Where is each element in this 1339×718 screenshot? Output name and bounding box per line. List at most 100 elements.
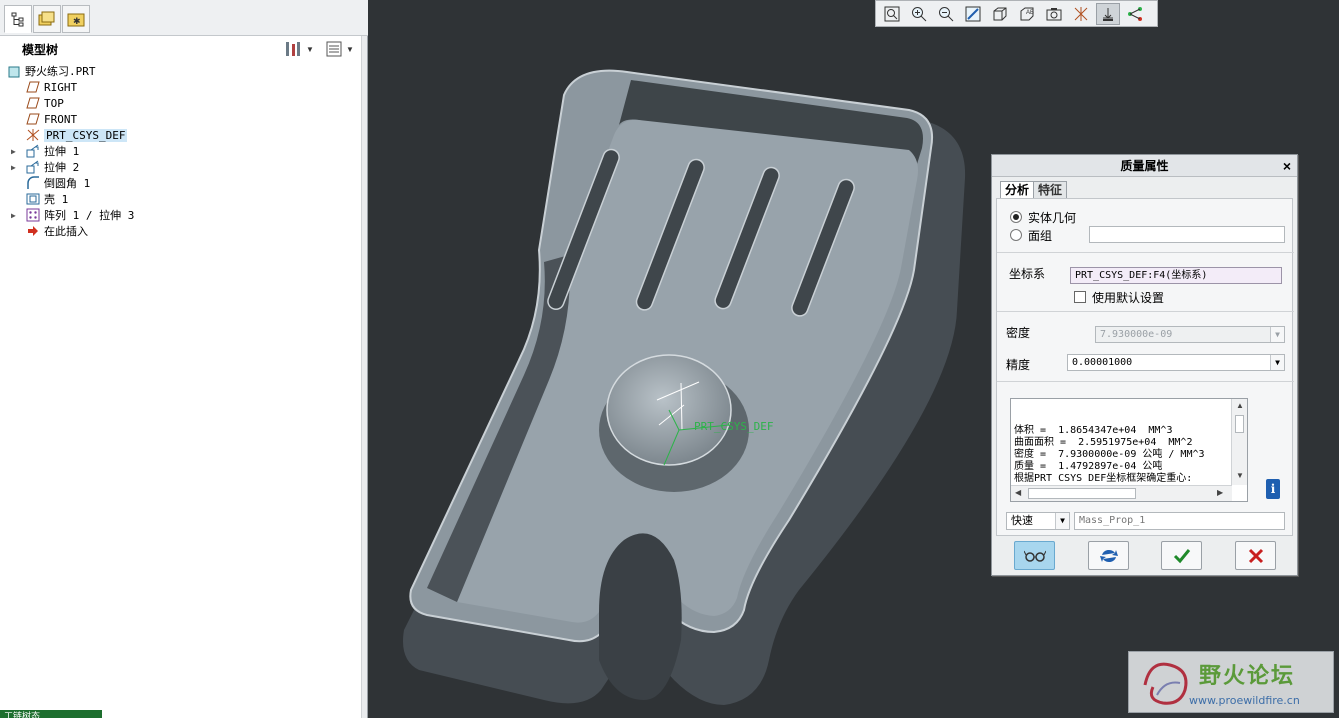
chevron-down-icon: ▼: [1270, 327, 1284, 342]
tree-item-label: RIGHT: [44, 80, 78, 94]
view-orientation-button[interactable]: [988, 3, 1012, 25]
scroll-up-icon[interactable]: ▲: [1236, 401, 1244, 410]
cancel-button[interactable]: [1235, 541, 1276, 570]
view-toolbar: AB: [875, 0, 1158, 27]
tab-model-tree[interactable]: [4, 5, 32, 33]
tree-item-right[interactable]: RIGHT: [26, 79, 77, 95]
result-line: 质量 = 1.4792897e-04 公吨: [1014, 461, 1163, 472]
spin-center-button[interactable]: [1096, 2, 1120, 25]
tree-item-shell-1[interactable]: 壳 1: [26, 191, 68, 207]
forum-watermark: 野火论坛 www.proewildfire.cn: [1128, 651, 1334, 713]
csys-label: 坐标系: [1009, 267, 1046, 281]
tree-show-button[interactable]: ▼: [326, 40, 354, 58]
annotation-display-icon: [1128, 6, 1142, 21]
tree-item-pattern-1[interactable]: ▶ 阵列 1 / 拉伸 3: [11, 207, 134, 223]
status-tab[interactable]: 工链树态: [0, 710, 102, 718]
datum-display-button[interactable]: [1069, 3, 1093, 25]
quilt-field[interactable]: [1089, 226, 1285, 243]
tools-icon: [286, 42, 300, 56]
expand-arrow-icon[interactable]: ▶: [11, 147, 21, 156]
csys-field[interactable]: PRT_CSYS_DEF:F4(坐标系): [1070, 267, 1282, 284]
tree-item-csys[interactable]: PRT_CSYS_DEF: [26, 127, 128, 143]
results-vertical-scrollbar[interactable]: ▲ ▼: [1231, 399, 1247, 485]
annotation-display-button[interactable]: [1123, 3, 1147, 25]
chevron-down-icon: ▼: [346, 44, 354, 54]
quilt-radio[interactable]: [1010, 229, 1022, 241]
mode-dropdown[interactable]: 快速 ▼: [1006, 512, 1070, 530]
model-tree-icon: [11, 12, 24, 27]
expand-arrow-icon[interactable]: ▶: [11, 211, 21, 220]
precision-value: 0.00001000: [1072, 357, 1133, 368]
tree-item-round-1[interactable]: 倒圆角 1: [26, 175, 90, 191]
tree-item-label: 野火练习.PRT: [25, 65, 96, 78]
tree-item-label: 阵列 1 / 拉伸 3: [44, 209, 135, 222]
result-line: 根据PRT_CSYS_DEF坐标框架确定重心:: [1014, 473, 1193, 483]
refit-icon: [884, 6, 900, 21]
zoom-in-icon: [912, 6, 927, 21]
shell-icon: [26, 192, 40, 206]
tree-item-label: PRT_CSYS_DEF: [44, 128, 128, 142]
solid-geometry-label: 实体几何: [1028, 211, 1077, 225]
repaint-button[interactable]: [961, 3, 985, 25]
checkmark-icon: [1173, 548, 1190, 563]
round-icon: [26, 176, 40, 190]
expand-arrow-icon[interactable]: ▶: [11, 163, 21, 172]
display-style-button[interactable]: [1042, 3, 1066, 25]
scroll-down-icon[interactable]: ▼: [1236, 471, 1244, 480]
quilt-label: 面组: [1028, 229, 1053, 243]
tree-item-extrude-1[interactable]: ▶ 拉伸 1: [11, 143, 79, 159]
tree-item-label: 壳 1: [44, 193, 69, 206]
csys-label: PRT_CSYS_DEF: [694, 420, 773, 433]
tab-folder-browser[interactable]: [33, 5, 61, 33]
tree-settings-button[interactable]: ▼: [284, 40, 314, 58]
name-field[interactable]: Mass_Prop_1: [1074, 512, 1285, 530]
zoom-out-button[interactable]: [934, 3, 958, 25]
tree-item-label: TOP: [44, 96, 64, 110]
tab-analysis[interactable]: 分析: [1000, 181, 1035, 198]
tree-item-label: 拉伸 1: [44, 145, 80, 158]
refit-button[interactable]: [880, 3, 904, 25]
tree-item-extrude-2[interactable]: ▶ 拉伸 2: [11, 159, 79, 175]
named-views-icon: AB: [1020, 7, 1034, 20]
repeat-button[interactable]: [1088, 541, 1129, 570]
solid-geometry-radio[interactable]: [1010, 211, 1022, 223]
divider: [997, 381, 1294, 382]
scroll-thumb[interactable]: [1028, 488, 1136, 499]
folder-browser-icon: [38, 11, 55, 26]
zoom-out-icon: [939, 6, 954, 21]
results-area[interactable]: 体积 = 1.8654347e+04 MM^3 曲面面积 = 2.5951975e…: [1010, 398, 1248, 502]
tree-item-label: 在此插入: [44, 225, 88, 238]
density-field: 7.930000e-09 ▼: [1095, 326, 1285, 343]
tree-item-label: 拉伸 2: [44, 161, 80, 174]
forum-logo-icon: [1143, 662, 1188, 705]
ok-button[interactable]: [1161, 541, 1202, 570]
pattern-icon: [26, 208, 40, 222]
scroll-left-icon[interactable]: ◀: [1015, 488, 1021, 497]
named-views-button[interactable]: AB: [1015, 3, 1039, 25]
tree-item-part[interactable]: 野火练习.PRT: [7, 63, 96, 79]
result-line: 曲面面积 = 2.5951975e+04 MM^2: [1014, 437, 1193, 448]
navigator-tabs: ✱: [0, 0, 368, 36]
tree-item-insert-here[interactable]: 在此插入: [26, 223, 88, 239]
list-view-icon: [326, 41, 342, 57]
tab-favorites[interactable]: ✱: [62, 5, 90, 33]
tree-item-label: 倒圆角 1: [44, 177, 91, 190]
precision-dropdown[interactable]: 0.00001000 ▼: [1067, 354, 1285, 371]
scroll-right-icon[interactable]: ▶: [1217, 488, 1223, 497]
result-line: 密度 = 7.9300000e-09 公吨 / MM^3: [1014, 449, 1205, 460]
preview-button[interactable]: [1014, 541, 1055, 570]
tree-item-top[interactable]: TOP: [26, 95, 64, 111]
result-line: 体积 = 1.8654347e+04 MM^3: [1014, 425, 1173, 436]
tree-item-front[interactable]: FRONT: [26, 111, 77, 127]
zoom-in-button[interactable]: [907, 3, 931, 25]
info-button[interactable]: i: [1266, 479, 1280, 499]
tree-scrollbar[interactable]: [361, 36, 367, 718]
precision-label: 精度: [1006, 358, 1031, 372]
use-default-checkbox[interactable]: [1074, 291, 1086, 303]
results-horizontal-scrollbar[interactable]: ◀ ▶: [1011, 485, 1232, 501]
tree-item-label: FRONT: [44, 112, 78, 126]
divider: [997, 252, 1294, 253]
tab-feature[interactable]: 特征: [1033, 181, 1068, 198]
scroll-thumb[interactable]: [1235, 415, 1244, 433]
close-button[interactable]: ×: [1283, 156, 1291, 176]
